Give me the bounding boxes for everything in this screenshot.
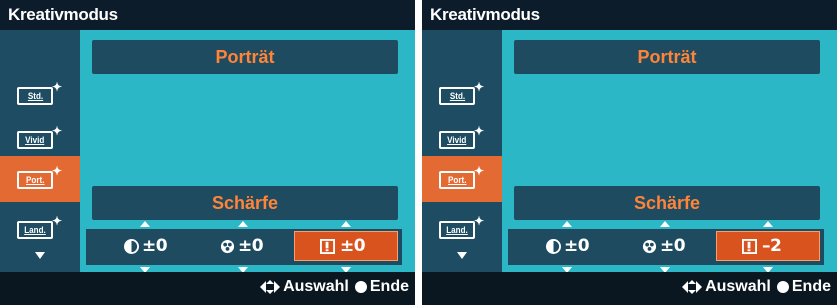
main-area: Std. ✦ Vivid ✦ Port. ✦ Land. ✦ Porträt S… xyxy=(0,30,415,273)
footer-hints: Auswahl Ende xyxy=(260,278,409,296)
sidebar-item-label: Port. xyxy=(25,175,45,185)
style-badge: Port. xyxy=(439,171,475,189)
sidebar-item-label: Port. xyxy=(447,175,467,185)
sidebar-item-label: Land. xyxy=(24,225,46,235)
increase-arrow-icon[interactable] xyxy=(562,221,572,227)
param-name-bar: Schärfe xyxy=(514,186,820,220)
sidebar-item-label: Std. xyxy=(449,91,465,101)
plus-icon: ✦ xyxy=(474,214,485,228)
style-name: Porträt xyxy=(215,47,275,67)
param-value: ±0 xyxy=(238,236,264,256)
increase-arrow-icon[interactable] xyxy=(763,221,773,227)
sidebar-item-label: Land. xyxy=(446,225,468,235)
style-badge: Std. xyxy=(17,87,53,105)
param-row: ±0 ±0 xyxy=(86,221,402,273)
main-area: Std. ✦ Vivid ✦ Port. ✦ Land. ✦ Porträt S… xyxy=(422,30,837,273)
scroll-down-arrow-icon[interactable] xyxy=(35,252,45,259)
plus-icon: ✦ xyxy=(52,164,63,178)
sharpness-icon xyxy=(320,239,335,254)
sidebar-item-portrait[interactable]: Port. ✦ xyxy=(422,156,502,202)
style-badge: Vivid xyxy=(17,131,53,149)
saturation-param[interactable]: ±0 xyxy=(214,221,272,273)
sharpness-param[interactable]: ±0 xyxy=(294,221,398,273)
plus-icon: ✦ xyxy=(474,80,485,94)
param-row: ±0 ±0 xyxy=(508,221,824,273)
contrast-param[interactable]: ±0 xyxy=(116,221,174,273)
param-value: ±0 xyxy=(142,236,168,256)
contrast-icon xyxy=(124,239,139,254)
param-value: –2 xyxy=(762,236,782,256)
creative-style-sidebar: Std. ✦ Vivid ✦ Port. ✦ Land. ✦ xyxy=(422,30,502,272)
contrast-param[interactable]: ±0 xyxy=(538,221,596,273)
center-button-icon xyxy=(776,281,789,293)
plus-icon: ✦ xyxy=(52,80,63,94)
style-badge: Vivid xyxy=(439,131,475,149)
end-hint-label: Ende xyxy=(369,278,409,295)
end-hint-label: Ende xyxy=(791,278,831,295)
creative-style-sidebar: Std. ✦ Vivid ✦ Port. ✦ Land. ✦ xyxy=(0,30,80,272)
title-bar: Kreativmodus xyxy=(0,0,415,30)
sharpness-param[interactable]: –2 xyxy=(716,221,820,273)
style-badge: Land. xyxy=(17,221,53,239)
nav-arrows-icon xyxy=(260,280,281,294)
param-name-bar: Schärfe xyxy=(92,186,398,220)
increase-arrow-icon[interactable] xyxy=(238,221,248,227)
style-badge: Land. xyxy=(439,221,475,239)
style-name-bar: Porträt xyxy=(514,40,820,74)
increase-arrow-icon[interactable] xyxy=(341,221,351,227)
saturation-icon xyxy=(642,239,657,254)
style-name-bar: Porträt xyxy=(92,40,398,74)
style-badge: Port. xyxy=(17,171,53,189)
nav-arrows-icon xyxy=(682,280,703,294)
contrast-icon xyxy=(546,239,561,254)
plus-icon: ✦ xyxy=(52,124,63,138)
param-name: Schärfe xyxy=(211,193,279,213)
sidebar-item-label: Vivid xyxy=(447,135,467,145)
increase-arrow-icon[interactable] xyxy=(660,221,670,227)
footer-bar: Auswahl Ende xyxy=(422,272,837,305)
center-button-icon xyxy=(354,281,367,293)
title-bar: Kreativmodus xyxy=(422,0,837,30)
sidebar-item-standard[interactable]: Std. ✦ xyxy=(0,72,80,118)
sharpness-icon xyxy=(742,239,757,254)
increase-arrow-icon[interactable] xyxy=(140,221,150,227)
param-value: ±0 xyxy=(660,236,686,256)
scroll-down-arrow-icon[interactable] xyxy=(457,252,467,259)
style-badge: Std. xyxy=(439,87,475,105)
footer-bar: Auswahl Ende xyxy=(0,272,415,305)
menu-title: Kreativmodus xyxy=(8,5,118,24)
saturation-param[interactable]: ±0 xyxy=(636,221,694,273)
param-value: ±0 xyxy=(564,236,590,256)
sidebar-item-portrait[interactable]: Port. ✦ xyxy=(0,156,80,202)
menu-title: Kreativmodus xyxy=(430,5,540,24)
style-name: Porträt xyxy=(637,47,697,67)
sidebar-item-label: Vivid xyxy=(25,135,45,145)
sidebar-item-landscape[interactable]: Land. ✦ xyxy=(422,206,502,252)
sidebar-item-label: Std. xyxy=(27,91,43,101)
footer-hints: Auswahl Ende xyxy=(682,278,831,296)
camera-screen-left: Kreativmodus Std. ✦ Vivid ✦ Port. ✦ Land… xyxy=(0,0,415,305)
param-name: Schärfe xyxy=(633,193,701,213)
plus-icon: ✦ xyxy=(474,164,485,178)
sidebar-item-landscape[interactable]: Land. ✦ xyxy=(0,206,80,252)
select-hint-label: Auswahl xyxy=(283,278,349,295)
camera-screen-right: Kreativmodus Std. ✦ Vivid ✦ Port. ✦ Land… xyxy=(422,0,837,305)
select-hint-label: Auswahl xyxy=(705,278,771,295)
sidebar-item-standard[interactable]: Std. ✦ xyxy=(422,72,502,118)
plus-icon: ✦ xyxy=(474,124,485,138)
plus-icon: ✦ xyxy=(52,214,63,228)
param-value: ±0 xyxy=(340,236,366,256)
saturation-icon xyxy=(220,239,235,254)
